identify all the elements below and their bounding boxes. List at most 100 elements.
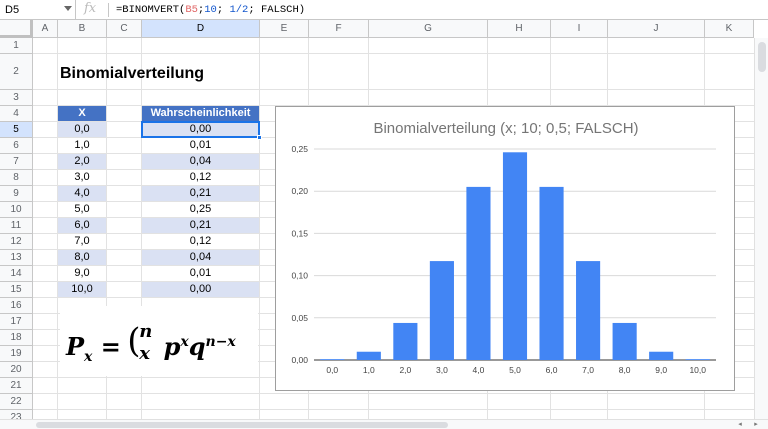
column-header-g[interactable]: G [369,20,488,38]
column-header-h[interactable]: H [488,20,551,38]
probability-value-cell[interactable]: 0,01 [142,266,259,281]
column-header-b[interactable]: B [58,20,107,38]
x-value-cell[interactable]: 0,0 [58,122,106,137]
row-header-7[interactable]: 7 [0,154,33,170]
bar-9 [649,351,674,360]
row-header-20[interactable]: 20 [0,362,33,378]
formula-mid2: ; [216,4,230,16]
row-header-14[interactable]: 14 [0,266,33,282]
row-header-11[interactable]: 11 [0,218,33,234]
probability-value-cell[interactable]: 0,21 [142,218,259,233]
column-gridline [259,38,260,419]
row-header-9[interactable]: 9 [0,186,33,202]
row-header-16[interactable]: 16 [0,298,33,314]
fx-icon: fx [84,1,97,16]
binom-bottom: x [139,343,150,364]
horizontal-scroll-thumb[interactable] [36,422,448,428]
x-value-cell[interactable]: 3,0 [58,170,106,185]
formula-prefix: =BINOMVERT( [116,4,186,16]
row-header-12[interactable]: 12 [0,234,33,250]
formula-n: 10 [204,4,217,16]
row-header-21[interactable]: 21 [0,378,33,394]
y-tick-label: 0,15 [291,228,308,238]
column-header-e[interactable]: E [260,20,309,38]
select-all-corner[interactable] [0,20,33,38]
column-header-c[interactable]: C [107,20,142,38]
column-header-j[interactable]: J [608,20,705,38]
binomial-formula-image[interactable]: Px = ( n x pxqn−x [60,306,258,376]
formula-suffix: ; FALSCH) [248,4,306,16]
x-value-cell[interactable]: 4,0 [58,186,106,201]
row-header-15[interactable]: 15 [0,282,33,298]
column-header-d[interactable]: D [142,20,260,38]
vertical-scroll-thumb[interactable] [758,42,766,72]
x-value-cell[interactable]: 7,0 [58,234,106,249]
probability-header-cell[interactable]: Wahrscheinlichkeit [142,106,259,121]
formula-eq: = [100,332,121,361]
probability-value-cell[interactable]: 0,25 [142,202,259,217]
x-header-cell[interactable]: X [58,106,106,121]
bar-5 [502,152,528,360]
row-header-18[interactable]: 18 [0,330,33,346]
probability-value-cell[interactable]: 0,04 [142,250,259,265]
binomial-chart[interactable]: Binomialverteilung (x; 10; 0,5; FALSCH) 0… [275,106,735,391]
probability-value-cell[interactable]: 0,21 [142,186,259,201]
x-tick-label: 6,0 [546,365,558,375]
row-header-4[interactable]: 4 [0,106,33,122]
probability-value-cell[interactable]: 0,04 [142,154,259,169]
column-header-a[interactable]: A [33,20,58,38]
x-tick-label: 10,0 [689,365,706,375]
bar-0 [320,359,345,360]
column-header-k[interactable]: K [705,20,754,38]
x-value-cell[interactable]: 10,0 [58,282,106,297]
fill-handle[interactable] [257,135,262,140]
scroll-left-icon[interactable]: ◂ [734,420,746,429]
x-tick-label: 1,0 [363,365,375,375]
chevron-down-icon[interactable] [64,6,72,11]
probability-value-cell[interactable]: 0,00 [142,282,259,297]
row-header-8[interactable]: 8 [0,170,33,186]
row-header-3[interactable]: 3 [0,90,33,106]
formula-expression: Px = ( n x pxqn−x [66,321,236,365]
row-header-19[interactable]: 19 [0,346,33,362]
column-header-i[interactable]: I [551,20,608,38]
y-tick-label: 0,25 [291,144,308,154]
x-tick-label: 7,0 [582,365,594,375]
bar-4 [466,186,491,360]
name-box-value: D5 [5,4,20,16]
probability-value-cell[interactable]: 0,12 [142,170,259,185]
bar-2 [393,322,418,360]
scroll-right-icon[interactable]: ▸ [750,420,762,429]
row-header-10[interactable]: 10 [0,202,33,218]
vertical-scrollbar[interactable] [754,38,768,419]
row-header-6[interactable]: 6 [0,138,33,154]
formula-separator [108,3,109,17]
horizontal-scrollbar[interactable]: ◂ ▸ [0,419,768,429]
x-tick-label: 9,0 [655,365,667,375]
x-value-cell[interactable]: 2,0 [58,154,106,169]
probability-value-cell[interactable]: 0,01 [142,138,259,153]
x-tick-label: 0,0 [326,365,338,375]
row-header-1[interactable]: 1 [0,38,33,54]
y-tick-label: 0,00 [291,355,308,365]
formula-p: p [163,332,181,361]
formula-q-sup: n−x [205,334,236,350]
row-header-2[interactable]: 2 [0,54,33,90]
x-value-cell[interactable]: 6,0 [58,218,106,233]
row-header-17[interactable]: 17 [0,314,33,330]
x-value-cell[interactable]: 8,0 [58,250,106,265]
x-value-cell[interactable]: 1,0 [58,138,106,153]
x-tick-label: 5,0 [509,365,521,375]
bar-6 [539,186,564,360]
column-header-f[interactable]: F [309,20,369,38]
x-value-cell[interactable]: 9,0 [58,266,106,281]
formula-lhs: P [66,332,85,361]
row-header-22[interactable]: 22 [0,394,33,410]
x-value-cell[interactable]: 5,0 [58,202,106,217]
row-header-5[interactable]: 5 [0,122,33,138]
name-box[interactable]: D5 [0,0,76,20]
row-header-13[interactable]: 13 [0,250,33,266]
probability-value-cell[interactable]: 0,12 [142,234,259,249]
formula-input[interactable]: =BINOMVERT(B5;10; 1/2; FALSCH) [116,4,305,16]
sheet-title: Binomialverteilung [60,65,205,82]
